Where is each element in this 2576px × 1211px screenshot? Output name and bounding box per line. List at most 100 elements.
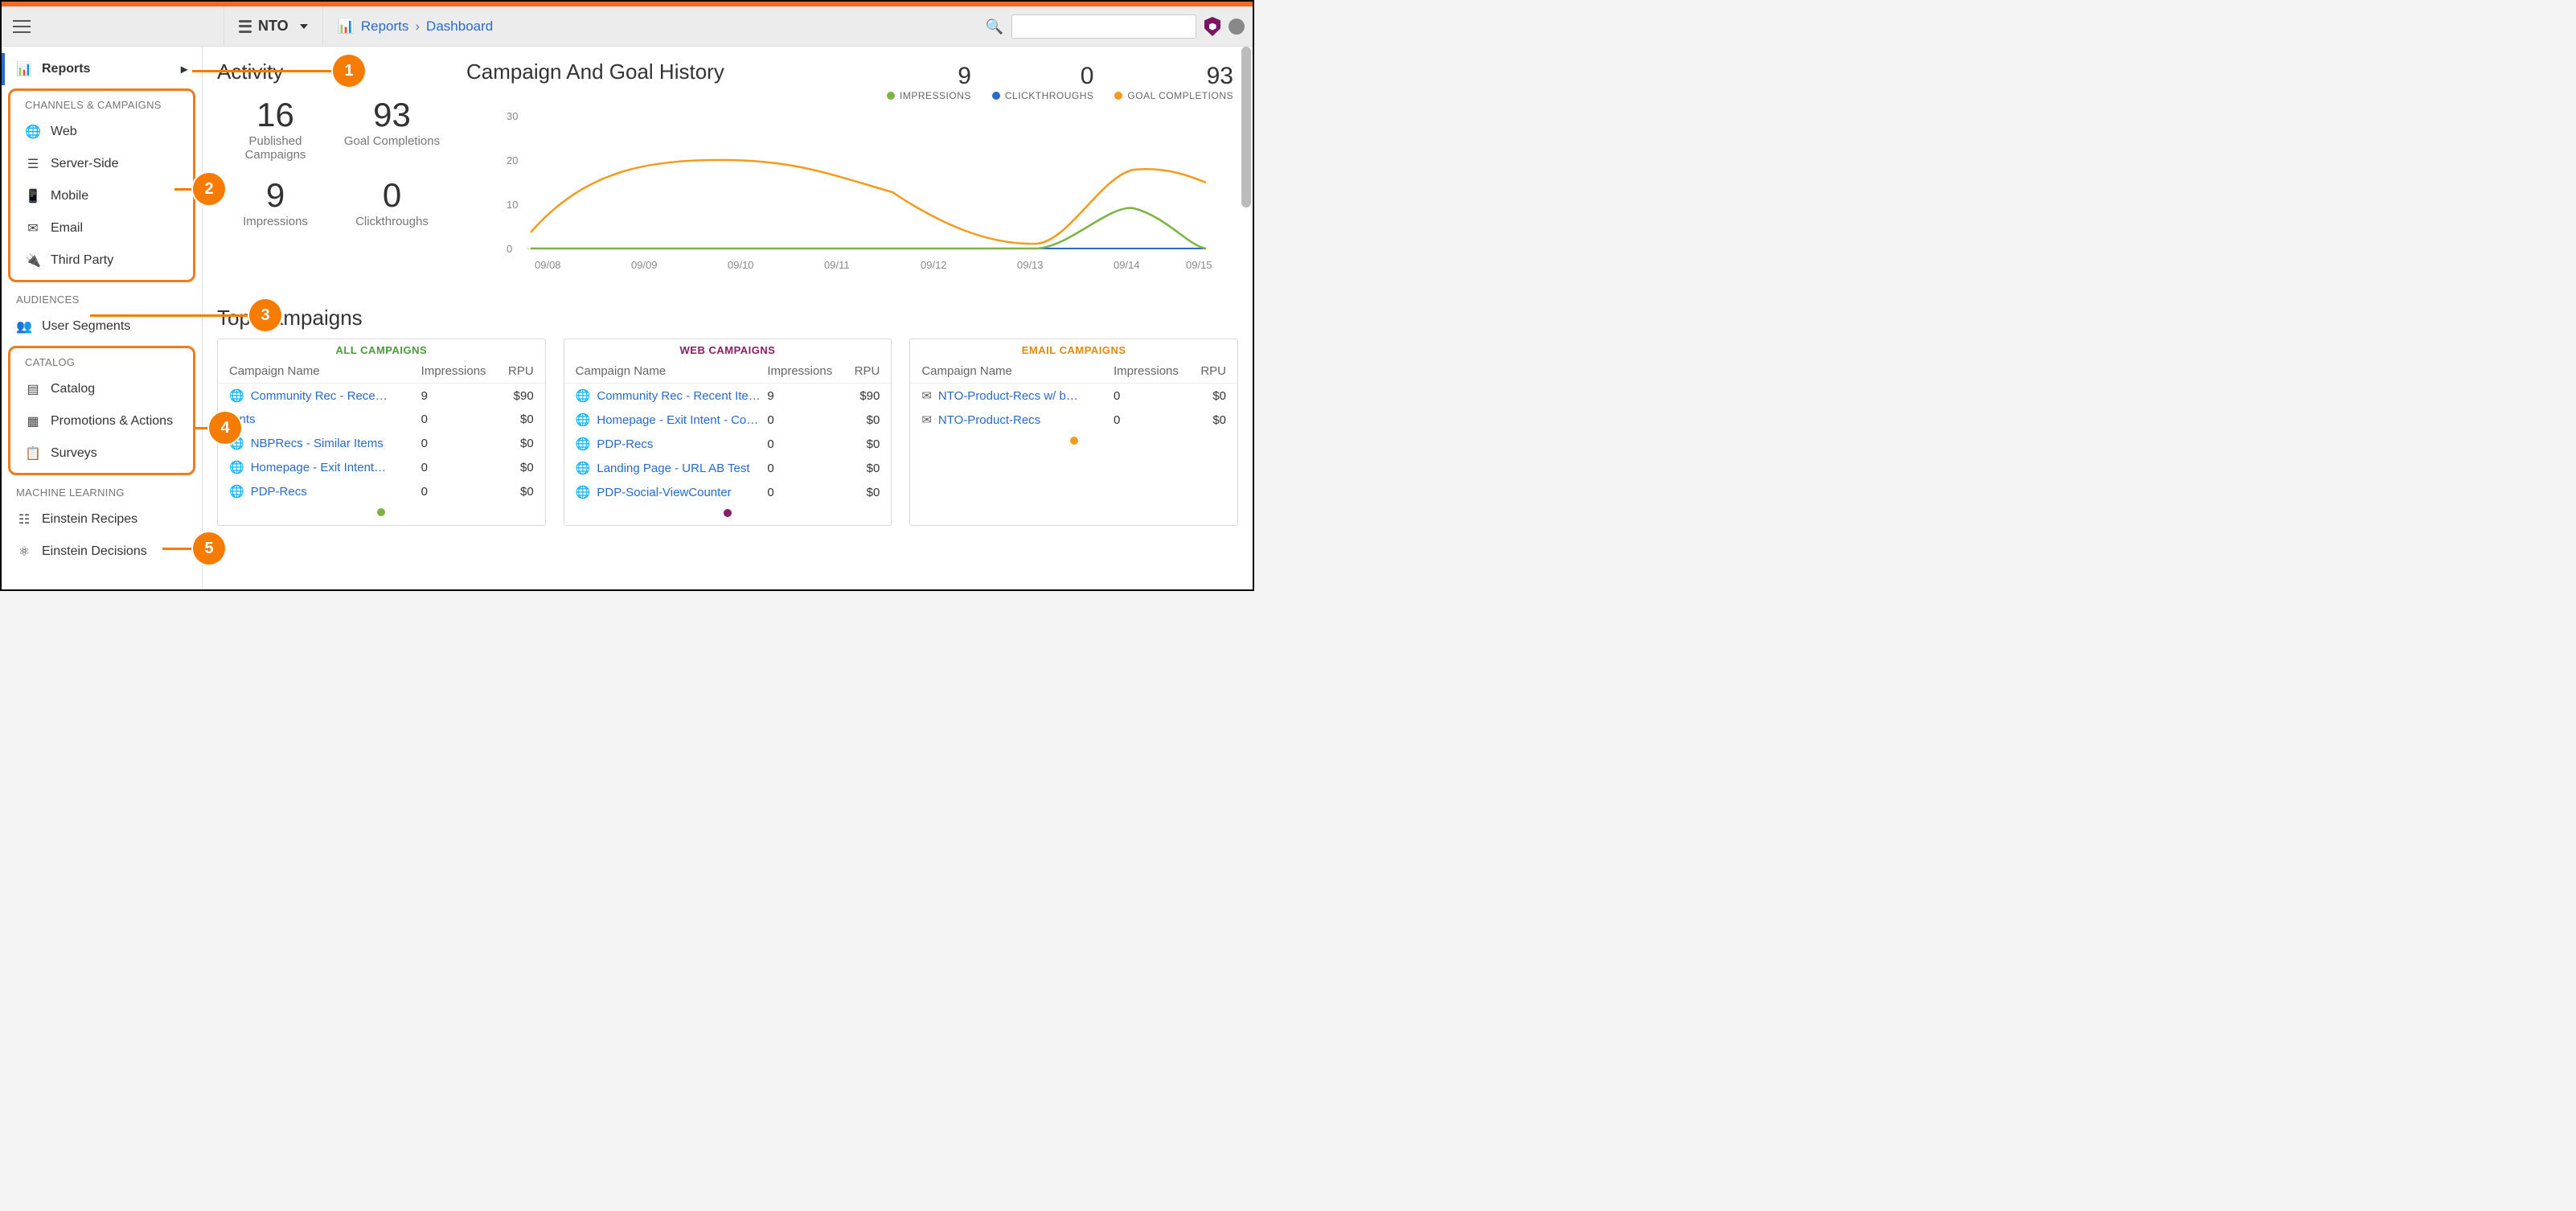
- table-row: 🌐Homepage - Exit Intent…0$0: [218, 455, 545, 479]
- table-row: 🌐Community Rec - Recent Ite…9$90: [564, 384, 892, 408]
- sidebar-item-email[interactable]: ✉ Email: [10, 212, 193, 244]
- legend-goals: 93GOAL COMPLETIONS: [1114, 63, 1233, 101]
- breadcrumb-leaf[interactable]: Dashboard: [426, 18, 493, 35]
- table-row: 🌐Landing Page - URL AB Test0$0: [564, 456, 892, 480]
- mail-icon: ✉: [25, 220, 41, 236]
- dot-icon: [887, 92, 895, 100]
- sidebar-item-label: Einstein Recipes: [42, 512, 137, 527]
- campaign-link[interactable]: Landing Page - URL AB Test: [597, 462, 749, 475]
- campaign-link[interactable]: NTO-Product-Recs w/ b…: [938, 389, 1078, 403]
- sidebar-item-label: Mobile: [51, 189, 88, 203]
- sidebar-item-web[interactable]: 🌐Web: [10, 116, 193, 148]
- shield-icon[interactable]: [1204, 17, 1220, 36]
- top-campaigns: Top Campaigns ALL CAMPAIGNS Campaign Nam…: [217, 306, 1238, 526]
- globe-icon: 🌐: [576, 485, 591, 499]
- series-goals: [531, 160, 1206, 244]
- mail-icon: ✉: [921, 413, 932, 427]
- breadcrumb-root[interactable]: Reports: [361, 18, 409, 35]
- campaign-link[interactable]: NBPRecs - Similar Items: [251, 437, 384, 450]
- svg-text:09/11: 09/11: [824, 259, 850, 271]
- svg-text:09/12: 09/12: [921, 259, 947, 271]
- table-row: 🌐PDP-Recs0$0: [218, 479, 545, 503]
- stat-clickthroughs: 0Clickthroughs: [334, 176, 450, 228]
- callout-catalog: CATALOG ▤Catalog ▦Promotions & Actions 📋…: [8, 346, 195, 475]
- callout-line: [90, 314, 251, 317]
- campaign-link[interactable]: Homepage - Exit Intent - Co…: [597, 413, 758, 427]
- dot-icon: [992, 92, 1000, 100]
- campaign-link[interactable]: Community Rec - Recent Ite…: [597, 389, 760, 403]
- campaign-link[interactable]: PDP-Recs: [597, 437, 653, 451]
- table-row: 🌐NBPRecs - Similar Items0$0: [218, 431, 545, 455]
- chart-legend: 9IMPRESSIONS 0CLICKTHROUGHS 93GOAL COMPL…: [887, 63, 1233, 101]
- sidebar-item-third-party[interactable]: 🔌Third Party: [10, 244, 193, 277]
- table-row: 🌐Homepage - Exit Intent - Co…0$0: [564, 408, 892, 432]
- database-icon: [239, 20, 252, 33]
- atom-icon: ⚛: [16, 544, 32, 560]
- sidebar: 📊 Reports ▸ CHANNELS & CAMPAIGNS 🌐Web ☰S…: [2, 47, 203, 589]
- pager-dot[interactable]: [724, 509, 732, 517]
- svg-text:09/15: 09/15: [1186, 259, 1212, 271]
- legend-clickthroughs: 0CLICKTHROUGHS: [992, 63, 1094, 101]
- campaign-link[interactable]: Community Rec - Rece…: [251, 389, 388, 403]
- campaign-link[interactable]: Homepage - Exit Intent…: [251, 461, 386, 474]
- sidebar-item-surveys[interactable]: 📋Surveys: [10, 437, 193, 470]
- workspace-selector[interactable]: NTO: [224, 6, 322, 46]
- campaign-link[interactable]: PDP-Recs: [251, 485, 307, 499]
- card-all-campaigns: ALL CAMPAIGNS Campaign NameImpressionsRP…: [217, 339, 546, 526]
- globe-icon: 🌐: [576, 413, 591, 427]
- table-row: ✉NTO-Product-Recs0$0: [910, 408, 1237, 432]
- sidebar-item-einstein-decisions[interactable]: ⚛ Einstein Decisions: [2, 536, 202, 568]
- sidebar-item-reports[interactable]: 📊 Reports ▸: [2, 53, 202, 85]
- campaign-link[interactable]: NTO-Product-Recs: [938, 413, 1040, 427]
- chart-icon: 📊: [16, 61, 32, 77]
- breadcrumb: 📊 Reports › Dashboard: [322, 6, 508, 46]
- callout-badge-1: 1: [333, 55, 365, 87]
- campaign-link[interactable]: PDP-Social-ViewCounter: [597, 486, 731, 499]
- sidebar-section-channels: CHANNELS & CAMPAIGNS: [10, 91, 193, 116]
- sidebar-item-promotions[interactable]: ▦Promotions & Actions: [10, 405, 193, 437]
- legend-impressions: 9IMPRESSIONS: [887, 63, 971, 101]
- sidebar-item-mobile[interactable]: 📱 Mobile: [10, 180, 193, 212]
- sidebar-item-label: Email: [51, 221, 83, 236]
- pager-dot[interactable]: [377, 508, 385, 516]
- callout-badge-5: 5: [193, 532, 225, 564]
- table-row: 🌐Community Rec - Rece…9$90: [218, 384, 545, 408]
- sidebar-item-label: Promotions & Actions: [51, 414, 173, 429]
- sidebar-item-einstein-recipes[interactable]: ☷ Einstein Recipes: [2, 503, 202, 536]
- sidebar-item-catalog[interactable]: ▤Catalog: [10, 373, 193, 405]
- table-row: tents0$0: [218, 408, 545, 431]
- callout-line: [174, 188, 195, 191]
- callout-badge-2: 2: [193, 173, 225, 205]
- workspace-label: NTO: [258, 18, 289, 35]
- hamburger-icon[interactable]: [13, 20, 31, 33]
- callout-line: [192, 70, 337, 72]
- mobile-icon: 📱: [25, 188, 41, 204]
- svg-text:09/08: 09/08: [535, 259, 561, 271]
- mail-icon: ✉: [921, 388, 932, 403]
- sidebar-section-ml: MACHINE LEARNING: [2, 478, 202, 503]
- activity-panel: Activity 16Published Campaigns 93Goal Co…: [217, 60, 450, 285]
- history-panel: Campaign And Goal History 9IMPRESSIONS 0…: [466, 60, 1238, 285]
- chart-icon: 📊: [338, 18, 355, 35]
- svg-text:0: 0: [507, 243, 512, 255]
- globe-icon: 🌐: [229, 388, 244, 403]
- svg-text:09/14: 09/14: [1114, 259, 1140, 271]
- table-row: 🌐PDP-Social-ViewCounter0$0: [564, 480, 892, 504]
- globe-icon: 🌐: [229, 484, 244, 499]
- card-email-campaigns: EMAIL CAMPAIGNS Campaign NameImpressions…: [909, 339, 1238, 526]
- user-icon[interactable]: [1229, 18, 1245, 35]
- list-icon: ☷: [16, 511, 32, 528]
- pager-dot[interactable]: [1070, 437, 1078, 445]
- svg-text:09/09: 09/09: [631, 259, 658, 271]
- search-icon[interactable]: 🔍: [986, 18, 1003, 35]
- sidebar-item-label: Einstein Decisions: [42, 544, 147, 559]
- breadcrumb-separator: ›: [415, 18, 420, 35]
- users-icon: 👥: [16, 318, 32, 335]
- globe-icon: 🌐: [576, 461, 591, 475]
- sidebar-section-catalog: CATALOG: [10, 348, 193, 373]
- scrollbar-thumb[interactable]: [1241, 47, 1251, 207]
- sidebar-item-label: Server-Side: [51, 157, 118, 171]
- sidebar-item-server-side[interactable]: ☰Server-Side: [10, 148, 193, 180]
- callout-channels: CHANNELS & CAMPAIGNS 🌐Web ☰Server-Side 📱…: [8, 88, 195, 282]
- search-input[interactable]: [1011, 14, 1196, 39]
